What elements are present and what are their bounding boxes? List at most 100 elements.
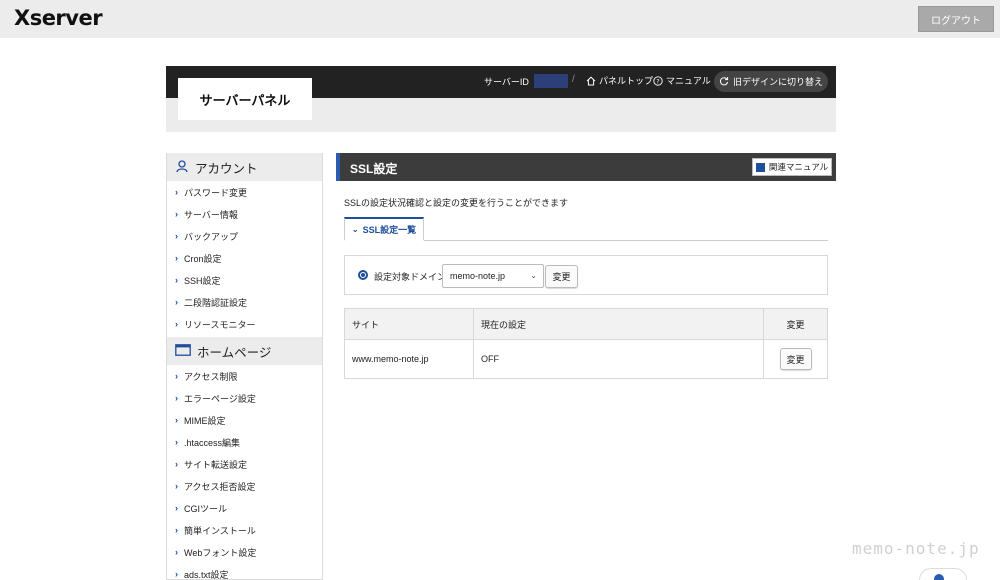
sidebar-item-label: .htaccess編集 <box>184 437 241 448</box>
column-header-site: サイト <box>344 308 474 340</box>
user-icon <box>175 159 189 176</box>
top-bar: Xserver ログアウト <box>0 0 1000 38</box>
home-icon <box>586 76 596 86</box>
sidebar-item-password[interactable]: › パスワード変更 <box>167 181 322 203</box>
sidebar-item-label: エラーページ設定 <box>184 393 256 404</box>
tab-ssl-list[interactable]: ⌄ SSL設定一覧 <box>344 217 424 241</box>
window-icon <box>175 343 191 359</box>
sidebar-section-title: アカウント <box>195 160 258 176</box>
change-cell: 変更 <box>763 339 828 379</box>
page-description: SSLの設定状況確認と設定の変更を行うことができます <box>344 198 569 208</box>
sidebar-item-label: リソースモニター <box>184 319 256 330</box>
sidebar-item-label: 二段階認証設定 <box>184 297 248 308</box>
sidebar-item-cgi-tools[interactable]: › CGIツール <box>167 497 322 519</box>
chevron-right-icon: › <box>175 371 178 381</box>
sidebar-item-label: CGIツール <box>184 503 228 514</box>
chevron-right-icon: › <box>175 253 178 263</box>
sidebar-item-cron[interactable]: › Cron設定 <box>167 247 322 269</box>
sidebar-item-server-info[interactable]: › サーバー情報 <box>167 203 322 225</box>
chevron-right-icon: › <box>175 569 178 579</box>
ssl-table: サイト 現在の設定 変更 www.memo-note.jp OFF 変更 <box>344 308 828 379</box>
site-cell: www.memo-note.jp <box>344 339 474 379</box>
chevron-right-icon: › <box>175 275 178 285</box>
chat-widget[interactable] <box>919 568 967 580</box>
chevron-right-icon: › <box>175 547 178 557</box>
table-row: www.memo-note.jp OFF 変更 <box>344 339 828 379</box>
domain-radio-button[interactable] <box>358 270 368 280</box>
sidebar-item-htaccess[interactable]: › .htaccess編集 <box>167 431 322 453</box>
sidebar-item-web-font[interactable]: › Webフォント設定 <box>167 541 322 563</box>
chevron-down-icon: ⌄ <box>351 224 359 234</box>
section-header: SSL設定 関連マニュアル <box>336 153 836 181</box>
sidebar-item-access-restriction[interactable]: › アクセス制限 <box>167 365 322 387</box>
sidebar: アカウント › パスワード変更 › サーバー情報 › バックアップ › Cron設定 ›… <box>166 153 323 580</box>
chevron-right-icon: › <box>175 297 178 307</box>
domain-select-value: memo-note.jp <box>450 271 506 281</box>
column-header-change: 変更 <box>763 308 828 340</box>
panel-title: サーバーパネル <box>178 78 312 120</box>
sidebar-item-ssh[interactable]: › SSH設定 <box>167 269 322 291</box>
sidebar-section-title: ホームページ <box>197 344 272 360</box>
refresh-icon <box>719 76 729 88</box>
sidebar-item-two-factor[interactable]: › 二段階認証設定 <box>167 291 322 313</box>
sidebar-item-access-deny[interactable]: › アクセス拒否設定 <box>167 475 322 497</box>
chevron-right-icon: › <box>175 231 178 241</box>
xserver-logo[interactable]: Xserver <box>14 6 103 30</box>
sidebar-item-easy-install[interactable]: › 簡単インストール <box>167 519 322 541</box>
sidebar-item-label: パスワード変更 <box>184 187 248 198</box>
sidebar-item-label: MIME設定 <box>184 415 226 426</box>
sidebar-item-error-page[interactable]: › エラーページ設定 <box>167 387 322 409</box>
sidebar-item-ads-txt[interactable]: › ads.txt設定 <box>167 563 322 580</box>
sidebar-item-label: ads.txt設定 <box>184 569 229 580</box>
chevron-right-icon: › <box>175 209 178 219</box>
sidebar-item-mime[interactable]: › MIME設定 <box>167 409 322 431</box>
sidebar-item-backup[interactable]: › バックアップ <box>167 225 322 247</box>
chevron-right-icon: › <box>175 503 178 513</box>
old-design-label: 旧デザインに切り替え <box>732 77 823 87</box>
sidebar-item-label: 簡単インストール <box>184 525 256 536</box>
watermark: memo-note.jp <box>852 539 980 558</box>
domain-change-button[interactable]: 変更 <box>545 265 578 288</box>
chevron-right-icon: › <box>175 319 178 329</box>
sidebar-item-label: SSH設定 <box>184 275 221 286</box>
page-title: SSL設定 <box>350 162 398 176</box>
book-icon <box>755 162 765 172</box>
help-icon: ? <box>653 75 663 86</box>
sidebar-section-account: アカウント <box>167 153 322 181</box>
sidebar-item-label: アクセス拒否設定 <box>184 481 256 492</box>
chevron-right-icon: › <box>175 525 178 535</box>
server-id: サーバーID <box>484 74 568 88</box>
sidebar-item-label: Cron設定 <box>184 253 222 264</box>
related-manual-button[interactable]: 関連マニュアル <box>752 158 832 176</box>
sidebar-item-label: アクセス制限 <box>184 371 238 382</box>
sidebar-section-homepage: ホームページ <box>167 337 322 365</box>
chevron-right-icon: › <box>175 437 178 447</box>
sidebar-item-label: バックアップ <box>184 231 239 242</box>
svg-text:?: ? <box>656 77 659 85</box>
nav-separator: / <box>572 74 575 85</box>
sidebar-item-label: Webフォント設定 <box>184 547 257 558</box>
table-header-row: サイト 現在の設定 変更 <box>344 308 828 340</box>
chevron-right-icon: › <box>175 393 178 403</box>
domain-label: 設定対象ドメイン <box>374 272 447 282</box>
server-id-label: サーバーID <box>484 76 529 87</box>
domain-selector-box: 設定対象ドメイン memo-note.jp ⌄ 変更 <box>344 255 828 295</box>
chevron-right-icon: › <box>175 459 178 469</box>
logout-button[interactable]: ログアウト <box>918 6 994 32</box>
chevron-down-icon: ⌄ <box>530 271 537 280</box>
panel-top-link[interactable]: パネルトップ <box>586 74 653 87</box>
tab-label: SSL設定一覧 <box>362 224 417 235</box>
server-id-mask <box>533 74 568 88</box>
sidebar-item-site-redirect[interactable]: › サイト転送設定 <box>167 453 322 475</box>
sidebar-item-label: サーバー情報 <box>184 209 238 220</box>
old-design-switch-button[interactable]: 旧デザインに切り替え <box>714 71 828 92</box>
manual-link[interactable]: ? マニュアル <box>653 74 711 87</box>
sidebar-item-resource-monitor[interactable]: › リソースモニター <box>167 313 322 335</box>
chat-icon <box>934 574 944 580</box>
chevron-right-icon: › <box>175 415 178 425</box>
column-header-current-setting: 現在の設定 <box>473 308 764 340</box>
ssl-change-button[interactable]: 変更 <box>779 348 812 370</box>
chevron-right-icon: › <box>175 187 178 197</box>
domain-select[interactable]: memo-note.jp ⌄ <box>442 264 544 288</box>
sidebar-item-label: サイト転送設定 <box>184 459 248 470</box>
